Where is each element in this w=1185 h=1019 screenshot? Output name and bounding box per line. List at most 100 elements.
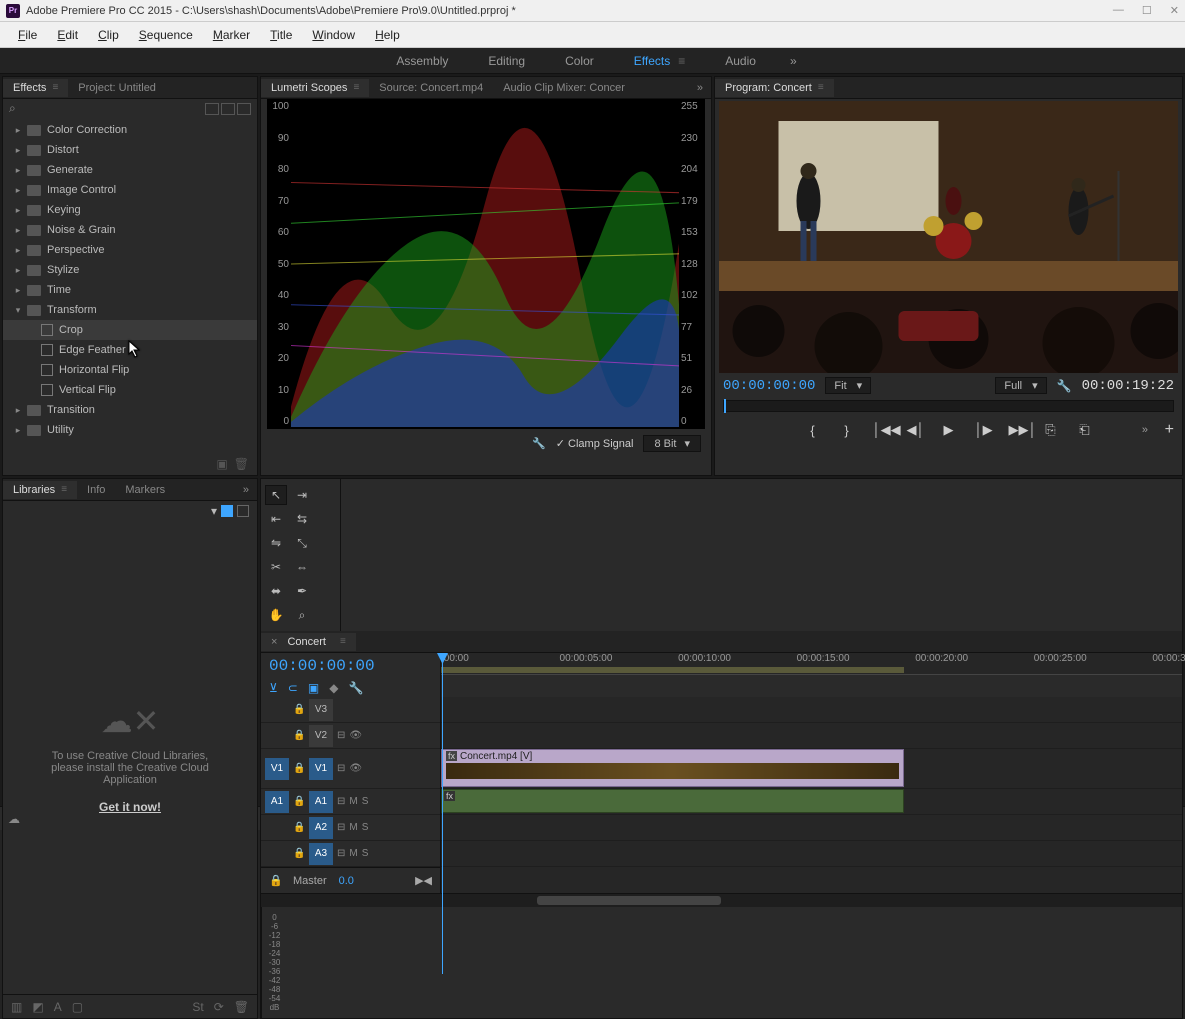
- add-button-icon[interactable]: +: [1165, 421, 1174, 439]
- zoom-tool-icon[interactable]: ⌕: [291, 605, 313, 625]
- clamp-signal-checkbox[interactable]: ✓ Clamp Signal: [556, 437, 634, 450]
- workspace-effects[interactable]: Effects≡: [628, 50, 691, 72]
- menu-clip[interactable]: Clip: [88, 25, 129, 45]
- get-it-now-link[interactable]: Get it now!: [99, 800, 161, 814]
- track-head-a2[interactable]: 🔒 A2 ⊟MS: [261, 815, 440, 841]
- quality-dropdown[interactable]: Full▾: [995, 377, 1046, 394]
- track-lanes[interactable]: fxConcert.mp4 [V] fx: [441, 697, 1182, 893]
- lumetri-tab[interactable]: Lumetri Scopes≡: [261, 79, 369, 97]
- libraries-tab[interactable]: Libraries≡: [3, 481, 77, 499]
- source-tab[interactable]: Source: Concert.mp4: [369, 79, 493, 97]
- effects-folder[interactable]: ▸Keying: [3, 200, 257, 220]
- track-head-master[interactable]: 🔒Master 0.0 ▶◀: [261, 867, 440, 893]
- sequence-tab[interactable]: ×Concert≡: [261, 633, 356, 651]
- effects-folder[interactable]: ▸Image Control: [3, 180, 257, 200]
- lift-button[interactable]: ⎘: [1043, 422, 1059, 438]
- effects-folder[interactable]: ▸Utility: [3, 420, 257, 440]
- effects-folder[interactable]: ▾Transform: [3, 300, 257, 320]
- effects-folder[interactable]: ▸Color Correction: [3, 120, 257, 140]
- effects-item[interactable]: Crop: [3, 320, 257, 340]
- effects-item[interactable]: Vertical Flip: [3, 380, 257, 400]
- lib-tool-1-icon[interactable]: ▥: [11, 1000, 22, 1014]
- workspace-menu-icon[interactable]: ≡: [678, 54, 685, 68]
- step-back-button[interactable]: ◀│: [907, 422, 923, 438]
- snap-toggle-icon[interactable]: ⊻: [269, 681, 278, 695]
- effects-folder[interactable]: ▸Noise & Grain: [3, 220, 257, 240]
- lib-sync-icon[interactable]: ⟳: [214, 1000, 224, 1014]
- lock-icon[interactable]: 🔒: [293, 763, 305, 774]
- track-head-v2[interactable]: 🔒 V2 ⊟👁: [261, 723, 440, 749]
- zoom-fit-dropdown[interactable]: Fit▾: [825, 377, 871, 394]
- step-forward-button[interactable]: │▶: [975, 422, 991, 438]
- workspace-editing[interactable]: Editing: [482, 50, 531, 72]
- program-video-display[interactable]: [719, 101, 1178, 373]
- track-head-a1[interactable]: A1🔒 A1 ⊟MS: [261, 789, 440, 815]
- program-settings-icon[interactable]: 🔧: [1057, 379, 1072, 393]
- lock-icon[interactable]: 🔒: [293, 796, 305, 807]
- libs-overflow-icon[interactable]: »: [243, 484, 247, 496]
- play-button[interactable]: ▶: [941, 422, 957, 438]
- lock-icon[interactable]: 🔒: [293, 730, 305, 741]
- track-head-v3[interactable]: 🔒 V3: [261, 697, 440, 723]
- program-scrubber[interactable]: [723, 400, 1174, 412]
- minimize-button[interactable]: —: [1113, 4, 1124, 17]
- pen-tool-icon[interactable]: ✒: [291, 581, 313, 601]
- menu-file[interactable]: File: [8, 25, 47, 45]
- lib-tool-3-icon[interactable]: A: [54, 1000, 62, 1014]
- workspace-audio[interactable]: Audio: [719, 50, 762, 72]
- timeline-scrollbar[interactable]: [261, 893, 1182, 907]
- menu-edit[interactable]: Edit: [47, 25, 88, 45]
- close-button[interactable]: ✕: [1170, 4, 1179, 17]
- track-select-fwd-icon[interactable]: ⇥: [291, 485, 313, 505]
- rolling-edit-icon[interactable]: ⇋: [265, 533, 287, 553]
- lib-trash-icon[interactable]: 🗑: [234, 1000, 249, 1014]
- slide-tool-icon[interactable]: ⬌: [265, 581, 287, 601]
- video-clip[interactable]: fxConcert.mp4 [V]: [441, 749, 904, 787]
- effects-tree[interactable]: ▸Color Correction▸Distort▸Generate▸Image…: [3, 118, 257, 454]
- workspace-overflow-icon[interactable]: »: [790, 54, 795, 68]
- lib-tool-5-icon[interactable]: St: [192, 1000, 203, 1014]
- mark-in-button[interactable]: {: [805, 423, 821, 438]
- effects-filter-badges[interactable]: [205, 103, 251, 115]
- ripple-edit-icon[interactable]: ⇆: [291, 509, 313, 529]
- scope-settings-icon[interactable]: 🔧: [532, 437, 546, 450]
- lib-tool-4-icon[interactable]: ▢: [72, 1000, 83, 1014]
- lib-tool-2-icon[interactable]: ◩: [32, 1000, 43, 1014]
- panel-overflow-icon[interactable]: »: [687, 79, 711, 97]
- effects-item[interactable]: Horizontal Flip: [3, 360, 257, 380]
- project-tab[interactable]: Project: Untitled: [68, 79, 166, 97]
- track-head-a3[interactable]: 🔒 A3 ⊟MS: [261, 841, 440, 867]
- trash-icon[interactable]: 🗑: [234, 457, 249, 471]
- track-select-back-icon[interactable]: ⇤: [265, 509, 287, 529]
- goto-out-button[interactable]: ▶▶│: [1009, 422, 1025, 438]
- lock-icon[interactable]: 🔒: [293, 822, 305, 833]
- effects-folder[interactable]: ▸Transition: [3, 400, 257, 420]
- menu-help[interactable]: Help: [365, 25, 410, 45]
- lock-icon[interactable]: 🔒: [293, 704, 305, 715]
- audio-mixer-tab[interactable]: Audio Clip Mixer: Concer: [493, 79, 635, 97]
- tl-wrench-icon[interactable]: 🔧: [348, 681, 363, 695]
- audio-clip[interactable]: fx: [441, 789, 904, 813]
- workspace-color[interactable]: Color: [559, 50, 600, 72]
- effects-folder[interactable]: ▸Time: [3, 280, 257, 300]
- extract-button[interactable]: ⎗: [1077, 422, 1093, 438]
- slip-tool-icon[interactable]: ⇔: [291, 557, 313, 577]
- timeline-timecode[interactable]: 00:00:00:00: [269, 657, 432, 675]
- effects-item[interactable]: Edge Feather: [3, 340, 257, 360]
- track-head-v1[interactable]: V1🔒 V1 ⊟👁: [261, 749, 440, 789]
- menu-window[interactable]: Window: [302, 25, 365, 45]
- effects-search-input[interactable]: [22, 103, 199, 115]
- effects-folder[interactable]: ▸Generate: [3, 160, 257, 180]
- lib-grid-view-icon[interactable]: [221, 505, 233, 517]
- linked-selection-icon[interactable]: ⊂: [288, 681, 298, 695]
- new-bin-icon[interactable]: ▣: [216, 457, 227, 471]
- workspace-assembly[interactable]: Assembly: [390, 50, 454, 72]
- mark-out-button[interactable]: }: [839, 423, 855, 438]
- lock-icon[interactable]: 🔒: [293, 848, 305, 859]
- lib-menu-dropdown-icon[interactable]: ▾: [211, 504, 217, 518]
- menu-sequence[interactable]: Sequence: [129, 25, 203, 45]
- hand-tool-icon[interactable]: ✋: [265, 605, 287, 625]
- menu-title[interactable]: Title: [260, 25, 302, 45]
- add-marker-icon[interactable]: ▣: [308, 681, 319, 695]
- maximize-button[interactable]: ☐: [1142, 4, 1152, 17]
